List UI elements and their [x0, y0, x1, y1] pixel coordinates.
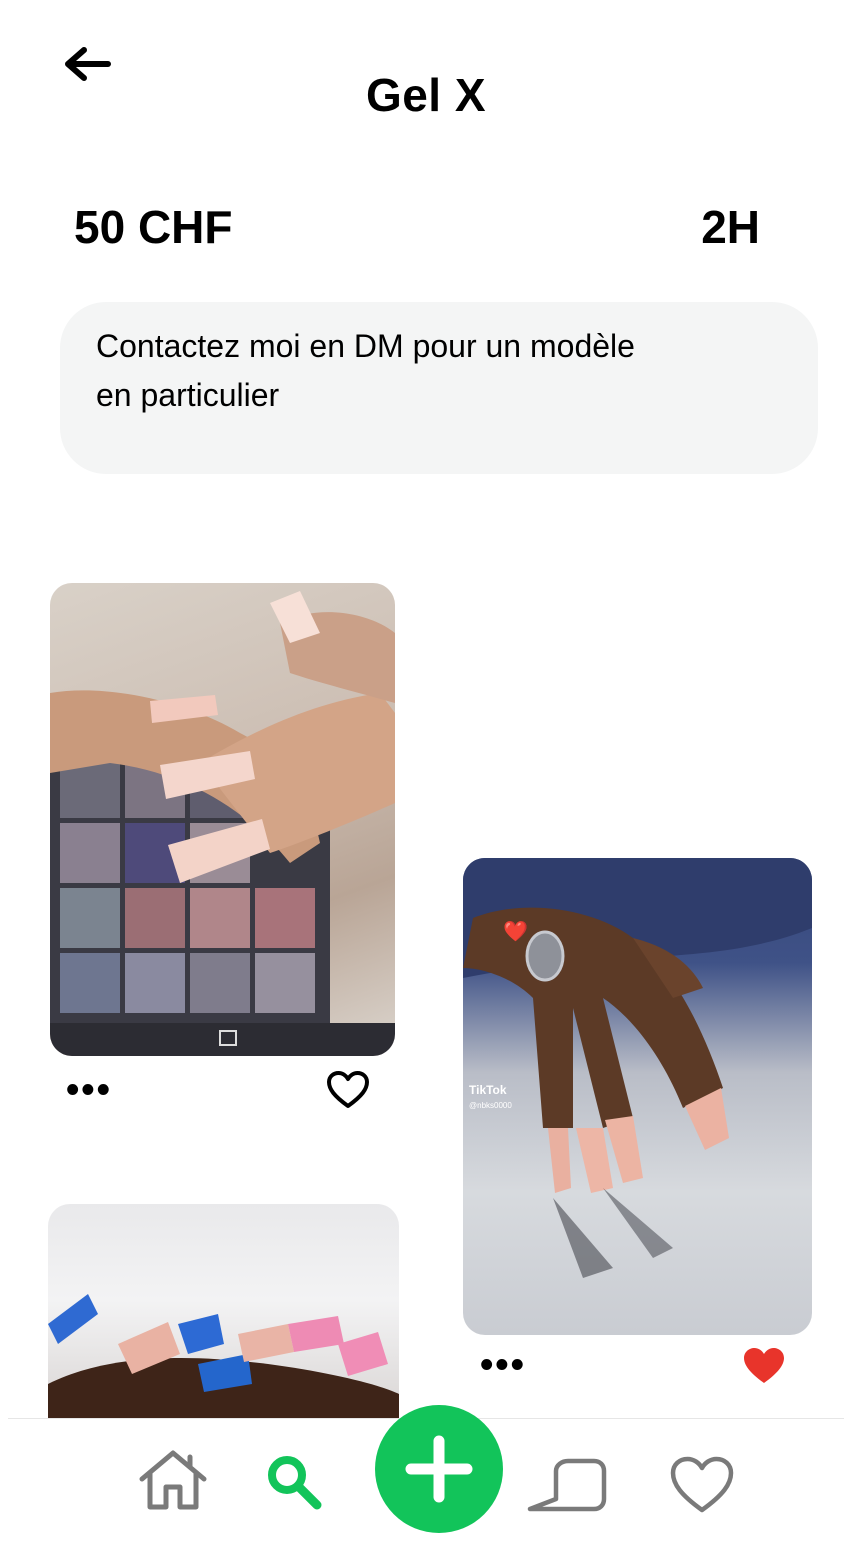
description-line-2: en particulier	[96, 377, 280, 413]
post-1-more-button[interactable]: •••	[66, 1071, 112, 1109]
svg-text:❤️: ❤️	[503, 920, 528, 943]
nav-home-button[interactable]	[138, 1449, 208, 1516]
post-image-2[interactable]: TikTok @nbks0000 ❤️	[463, 858, 812, 1335]
blue-pink-french-nails-photo	[48, 1294, 399, 1418]
favorites-icon	[670, 1456, 734, 1513]
add-button[interactable]	[375, 1405, 503, 1533]
home-icon	[139, 1450, 207, 1510]
heart-filled-icon	[744, 1348, 784, 1383]
nav-favorites-button[interactable]	[669, 1455, 735, 1520]
price: 50 CHF	[74, 201, 233, 253]
nude-coffin-nails-photo: TikTok @nbks0000 ❤️	[463, 858, 812, 1278]
heart-outline-icon	[327, 1071, 369, 1108]
post-2-more-button[interactable]: •••	[480, 1346, 526, 1384]
ombre-nails-photo	[50, 591, 395, 1056]
page-title: Gel X	[365, 69, 487, 121]
post-image-1[interactable]	[50, 583, 395, 1056]
watermark-label: TikTok	[469, 1083, 507, 1097]
nav-search-button[interactable]	[265, 1453, 323, 1516]
search-icon	[268, 1456, 322, 1510]
watermark-handle: @nbks0000	[469, 1101, 512, 1110]
description-line-1: Contactez moi en DM pour un modèle	[96, 328, 635, 364]
messages-icon	[527, 1458, 607, 1512]
add-icon	[405, 1435, 473, 1503]
post-2-like-button[interactable]	[742, 1346, 786, 1391]
description-box: Contactez moi en DM pour un modèle en pa…	[60, 302, 818, 474]
duration: 2H	[701, 201, 760, 253]
nav-messages-button[interactable]	[524, 1457, 608, 1520]
post-1-like-button[interactable]	[326, 1070, 370, 1115]
post-image-3[interactable]	[48, 1204, 399, 1418]
